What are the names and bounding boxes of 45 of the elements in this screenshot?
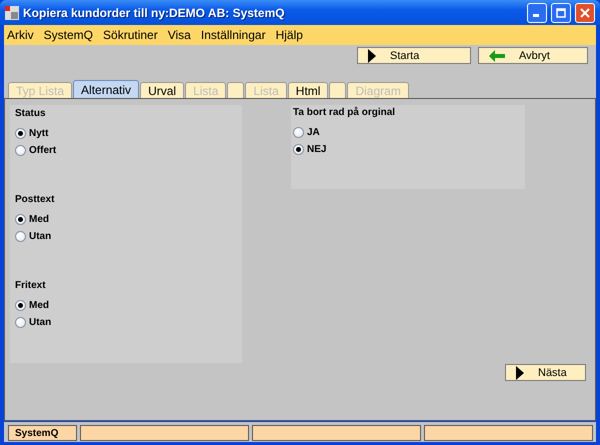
- group-label: Posttext: [15, 194, 56, 205]
- start-button[interactable]: Starta: [357, 47, 471, 64]
- tab[interactable]: Html: [288, 82, 328, 98]
- radio-label[interactable]: Med: [29, 214, 49, 225]
- next-button[interactable]: Nästa: [505, 364, 586, 381]
- radio-label[interactable]: JA: [307, 127, 320, 138]
- group-label: Status: [15, 108, 47, 119]
- status-cell: SystemQ: [8, 425, 77, 441]
- arrow-left-icon: [489, 50, 505, 62]
- menu-item[interactable]: Sökrutiner: [103, 28, 158, 42]
- maximize-icon: [556, 8, 566, 18]
- close-icon: [580, 8, 590, 18]
- play-icon: [368, 48, 376, 62]
- tab[interactable]: [227, 82, 244, 98]
- close-button[interactable]: [575, 2, 595, 22]
- maximize-button[interactable]: [551, 2, 571, 22]
- radio-button[interactable]: [15, 145, 26, 156]
- tab[interactable]: [329, 82, 346, 98]
- radio-label[interactable]: Utan: [29, 317, 52, 328]
- radio-label[interactable]: Offert: [29, 145, 56, 156]
- radio-label[interactable]: Nytt: [29, 128, 48, 139]
- tab[interactable]: Urval: [140, 82, 184, 98]
- radio-button[interactable]: [15, 317, 26, 328]
- play-icon: [516, 366, 524, 380]
- tab[interactable]: Alternativ: [73, 80, 140, 98]
- radio-label[interactable]: Utan: [29, 231, 52, 242]
- window-title: Kopiera kundorder till ny:DEMO AB: SystemQ: [23, 6, 286, 20]
- radio-button[interactable]: [293, 127, 304, 138]
- radio-button[interactable]: [15, 231, 26, 242]
- menu-item[interactable]: SystemQ: [44, 28, 94, 42]
- cancel-button[interactable]: Avbryt: [478, 47, 588, 64]
- radio-label[interactable]: NEJ: [307, 144, 326, 155]
- radio-button[interactable]: [15, 128, 26, 139]
- menu-item[interactable]: Arkiv: [7, 28, 34, 42]
- group-label: Ta bort rad på orginal: [293, 107, 396, 118]
- radio-label[interactable]: Med: [29, 300, 49, 311]
- group-label: Fritext: [15, 280, 47, 291]
- menu-item[interactable]: Inställningar: [200, 28, 266, 42]
- radio-button[interactable]: [293, 144, 304, 155]
- menu-item[interactable]: Hjälp: [276, 28, 303, 42]
- app-icon: [5, 6, 19, 20]
- radio-button[interactable]: [15, 214, 26, 225]
- menu-item[interactable]: Visa: [168, 28, 191, 42]
- minimize-button[interactable]: [527, 2, 547, 22]
- radio-button[interactable]: [15, 300, 26, 311]
